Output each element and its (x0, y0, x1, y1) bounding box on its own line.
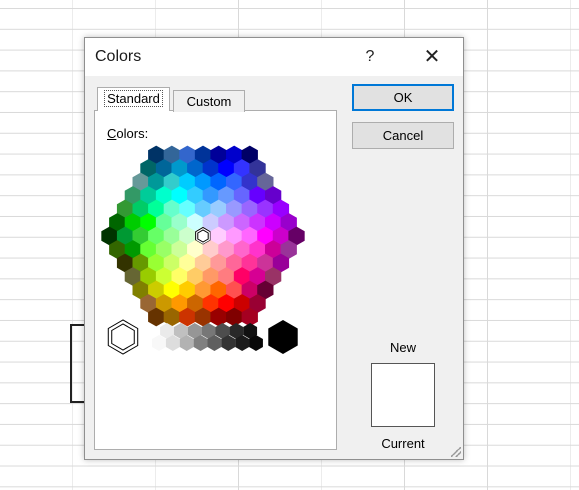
black-swatch[interactable] (268, 320, 298, 354)
color-hexagon-palette[interactable] (95, 111, 338, 451)
tab-custom-label: Custom (186, 94, 232, 109)
ok-button[interactable]: OK (352, 84, 454, 111)
tab-standard[interactable]: Standard (97, 87, 170, 111)
title-bar: Colors ? ✕ (85, 38, 463, 76)
resize-grip-icon[interactable] (451, 447, 461, 457)
gray-swatch[interactable] (152, 335, 166, 351)
help-button[interactable]: ? (357, 44, 383, 70)
white-swatch[interactable] (107, 319, 139, 355)
colors-dialog: Colors ? ✕ Standard Custom Colors: OK Ca… (84, 37, 464, 460)
tab-standard-label: Standard (104, 90, 163, 107)
cancel-button[interactable]: Cancel (352, 122, 454, 149)
new-label: New (389, 340, 416, 355)
dialog-title: Colors (95, 48, 142, 65)
standard-colors-panel: Colors: (94, 110, 337, 450)
current-label: Current (381, 436, 425, 451)
color-preview-swatch (371, 363, 435, 427)
tab-custom[interactable]: Custom (173, 90, 245, 112)
close-icon[interactable]: ✕ (418, 44, 446, 70)
